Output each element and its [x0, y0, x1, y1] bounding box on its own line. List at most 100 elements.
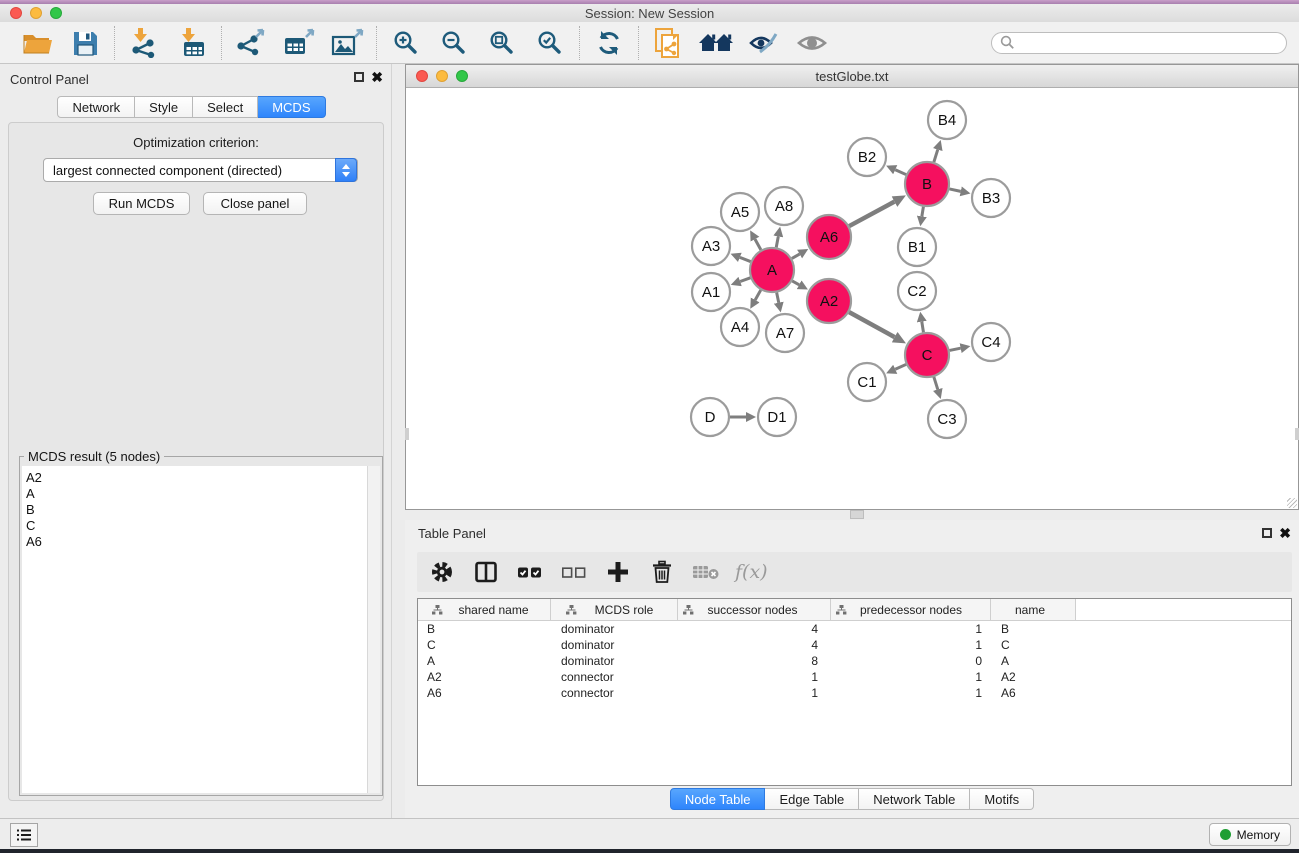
graph-edge-B-B3[interactable]	[949, 189, 960, 191]
zoom-in-icon[interactable]	[387, 26, 425, 60]
tab-motifs[interactable]: Motifs	[970, 788, 1034, 810]
search-input[interactable]	[1015, 36, 1265, 50]
split-pane-handle[interactable]	[850, 510, 864, 519]
add-column-icon[interactable]	[603, 555, 633, 589]
save-session-icon[interactable]	[66, 26, 104, 60]
window-resize-grip[interactable]	[1287, 498, 1297, 508]
close-network-window-button[interactable]	[416, 70, 428, 82]
float-panel-icon[interactable]	[354, 72, 364, 82]
tab-mcds[interactable]: MCDS	[258, 96, 325, 118]
list-item[interactable]: A6	[22, 534, 367, 550]
import-table-icon[interactable]	[173, 26, 211, 60]
table-row[interactable]: C dominator 4 1 C	[418, 637, 1291, 653]
graph-edge-A-A5[interactable]	[755, 239, 761, 250]
tab-network-table[interactable]: Network Table	[859, 788, 970, 810]
graph-edge-B-B2[interactable]	[895, 170, 906, 175]
deselect-all-icon[interactable]	[559, 555, 589, 589]
graph-edge-A-A8[interactable]	[776, 236, 778, 247]
column-header-predecessor-nodes[interactable]: predecessor nodes	[831, 599, 991, 620]
optimization-criterion-select[interactable]: largest connected component (directed)	[43, 158, 358, 182]
zoom-selected-icon[interactable]	[531, 26, 569, 60]
run-mcds-button[interactable]: Run MCDS	[93, 192, 190, 215]
graph-edge-C-C3[interactable]	[934, 377, 938, 389]
table-row[interactable]: B dominator 4 1 B	[418, 621, 1291, 637]
graph-edge-B-B1[interactable]	[922, 207, 924, 217]
minimize-window-button[interactable]	[30, 7, 42, 19]
frame-resize-notch[interactable]	[1295, 428, 1299, 440]
graph-edge-A6-B[interactable]	[849, 202, 894, 226]
node-table[interactable]: shared name MCDS role successor nodes pr…	[417, 598, 1292, 786]
memory-button[interactable]: Memory	[1209, 823, 1291, 846]
graph-edge-A-A1[interactable]	[740, 278, 750, 282]
refresh-icon[interactable]	[590, 26, 628, 60]
export-network-icon[interactable]	[232, 26, 270, 60]
optimization-criterion-label: Optimization criterion:	[9, 135, 383, 150]
graph-edge-C-C4[interactable]	[950, 348, 961, 350]
column-header-successor-nodes[interactable]: successor nodes	[678, 599, 831, 620]
column-header-name[interactable]: name	[991, 599, 1076, 620]
minimize-network-window-button[interactable]	[436, 70, 448, 82]
memory-status-icon	[1220, 829, 1231, 840]
home-icon[interactable]	[697, 26, 735, 60]
graph-edge-A-A7[interactable]	[777, 293, 779, 303]
select-all-icon[interactable]	[515, 555, 545, 589]
delete-icon[interactable]	[647, 555, 677, 589]
result-list-scrollbar[interactable]	[367, 466, 380, 793]
export-image-icon[interactable]	[328, 26, 366, 60]
task-history-button[interactable]	[10, 823, 38, 847]
graph-edge-A-A2[interactable]	[792, 281, 799, 285]
open-file-icon[interactable]	[18, 26, 56, 60]
export-table-icon[interactable]	[280, 26, 318, 60]
import-network-icon[interactable]	[125, 26, 163, 60]
tab-node-table[interactable]: Node Table	[670, 788, 766, 810]
zoom-fit-icon[interactable]	[483, 26, 521, 60]
graph-edge-A2-C[interactable]	[849, 312, 894, 337]
delete-table-icon	[691, 555, 721, 589]
table-row[interactable]: A2 connector 1 1 A2	[418, 669, 1291, 685]
graph-edge-A-A6[interactable]	[792, 254, 800, 258]
column-view-icon[interactable]	[471, 555, 501, 589]
search-container	[991, 32, 1287, 54]
tab-edge-table[interactable]: Edge Table	[765, 788, 859, 810]
list-item[interactable]: C	[22, 518, 367, 534]
zoom-window-button[interactable]	[50, 7, 62, 19]
zoom-network-window-button[interactable]	[456, 70, 468, 82]
zoom-out-icon[interactable]	[435, 26, 473, 60]
table-row[interactable]: A dominator 8 0 A	[418, 653, 1291, 669]
network-window-titlebar[interactable]: testGlobe.txt	[406, 65, 1298, 88]
graph-node-label-A1: A1	[702, 284, 720, 301]
frame-resize-notch[interactable]	[405, 428, 409, 440]
show-detail-icon[interactable]	[793, 26, 831, 60]
clone-network-icon[interactable]	[649, 26, 687, 60]
tab-select[interactable]: Select	[193, 96, 258, 118]
gear-icon[interactable]	[427, 555, 457, 589]
close-panel-icon[interactable]: ✖	[371, 72, 383, 82]
column-header-shared-name[interactable]: shared name	[418, 599, 551, 620]
control-panel-tabs: Network Style Select MCDS	[0, 96, 383, 118]
graph-edge-C-C2[interactable]	[922, 322, 924, 333]
graph-edge-A-A4[interactable]	[755, 290, 761, 300]
close-panel-button[interactable]: Close panel	[203, 192, 307, 215]
network-canvas[interactable]: AA1A2A3A4A5A6A7A8BB1B2B3B4CC1C2C3C4DD1	[406, 88, 1298, 509]
hide-detail-icon[interactable]	[745, 26, 783, 60]
mcds-result-group: MCDS result (5 nodes) A2 A B C A6	[19, 456, 383, 796]
mcds-result-list[interactable]: A2 A B C A6	[22, 466, 367, 793]
close-panel-icon[interactable]: ✖	[1279, 528, 1291, 538]
network-graph[interactable]: AA1A2A3A4A5A6A7A8BB1B2B3B4CC1C2C3C4DD1	[406, 88, 1298, 508]
close-window-button[interactable]	[10, 7, 22, 19]
float-panel-icon[interactable]	[1262, 528, 1272, 538]
graph-edge-C-C1[interactable]	[895, 364, 906, 369]
app-titlebar: Session: New Session	[0, 4, 1299, 22]
shared-column-icon	[836, 605, 847, 615]
column-header-mcds-role[interactable]: MCDS role	[551, 599, 678, 620]
list-item[interactable]: A	[22, 486, 367, 502]
list-item[interactable]: A2	[22, 466, 367, 486]
selected-option: largest connected component (directed)	[44, 163, 282, 178]
list-item[interactable]: B	[22, 502, 367, 518]
tab-network[interactable]: Network	[57, 96, 135, 118]
graph-edge-B-B4[interactable]	[934, 150, 938, 162]
tab-style[interactable]: Style	[135, 96, 193, 118]
table-row[interactable]: A6 connector 1 1 A6	[418, 685, 1291, 701]
graph-edge-A-A3[interactable]	[740, 257, 751, 261]
search-box[interactable]	[991, 32, 1287, 54]
